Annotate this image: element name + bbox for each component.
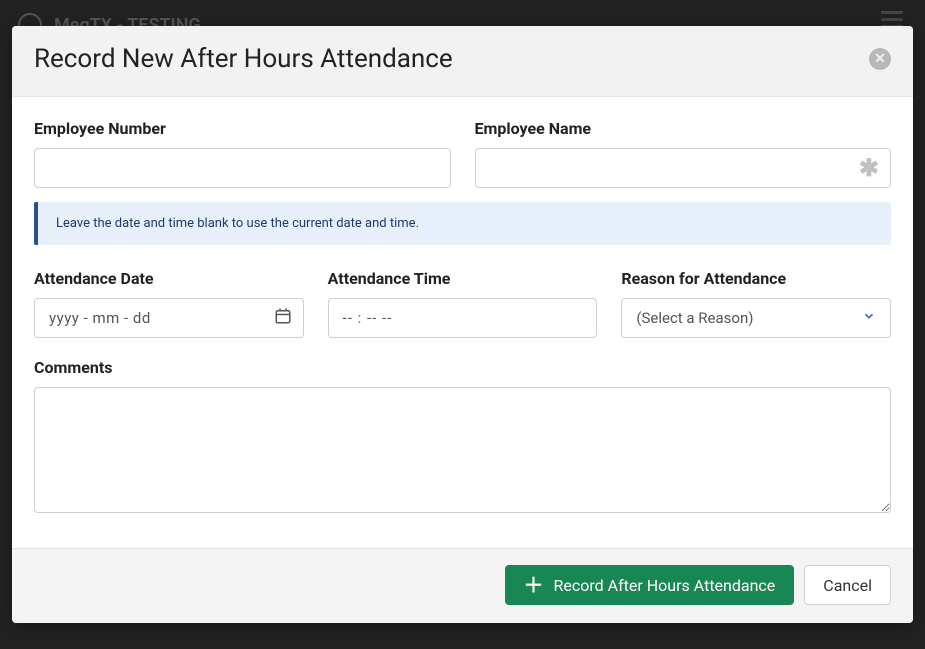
employee-name-label: Employee Name xyxy=(475,119,892,138)
comments-field: Comments xyxy=(34,358,891,517)
modal-footer: ＋ Record After Hours Attendance Cancel xyxy=(12,548,913,623)
employee-number-input[interactable] xyxy=(34,148,451,188)
attendance-time-input[interactable]: -- : -- -- xyxy=(328,298,598,338)
comments-label: Comments xyxy=(34,358,891,377)
cancel-button[interactable]: Cancel xyxy=(804,565,891,605)
employee-number-field: Employee Number xyxy=(34,119,451,188)
reason-placeholder: (Select a Reason) xyxy=(636,309,753,327)
record-attendance-modal: Record New After Hours Attendance ✕ Empl… xyxy=(12,26,913,623)
attendance-date-label: Attendance Date xyxy=(34,269,304,288)
close-icon: ✕ xyxy=(874,52,886,66)
reason-label: Reason for Attendance xyxy=(621,269,891,288)
calendar-icon xyxy=(274,307,292,329)
comments-textarea[interactable] xyxy=(34,387,891,513)
cancel-button-label: Cancel xyxy=(823,576,872,595)
plus-icon: ＋ xyxy=(524,575,544,595)
date-placeholder: yyyy - mm - dd xyxy=(49,309,151,327)
chevron-down-icon xyxy=(862,309,876,327)
employee-name-input[interactable] xyxy=(475,148,892,188)
employee-number-label: Employee Number xyxy=(34,119,451,138)
record-attendance-button[interactable]: ＋ Record After Hours Attendance xyxy=(505,565,795,605)
attendance-date-input[interactable]: yyyy - mm - dd xyxy=(34,298,304,338)
modal-title: Record New After Hours Attendance xyxy=(34,44,453,74)
close-button[interactable]: ✕ xyxy=(869,48,891,70)
reason-select[interactable]: (Select a Reason) xyxy=(621,298,891,338)
hamburger-menu-icon xyxy=(881,18,903,21)
employee-row: Employee Number Employee Name ✱ xyxy=(34,119,891,188)
datetime-reason-row: Attendance Date yyyy - mm - dd xyxy=(34,269,891,338)
reason-field: Reason for Attendance (Select a Reason) xyxy=(621,269,891,338)
time-placeholder: -- : -- -- xyxy=(343,309,393,327)
attendance-date-field: Attendance Date yyyy - mm - dd xyxy=(34,269,304,338)
employee-name-field: Employee Name ✱ xyxy=(475,119,892,188)
modal-header: Record New After Hours Attendance ✕ xyxy=(12,26,913,97)
attendance-time-field: Attendance Time -- : -- -- xyxy=(328,269,598,338)
attendance-time-label: Attendance Time xyxy=(328,269,598,288)
datetime-info-banner: Leave the date and time blank to use the… xyxy=(34,202,891,245)
record-button-label: Record After Hours Attendance xyxy=(554,576,776,595)
modal-body: Employee Number Employee Name ✱ Leave th… xyxy=(12,97,913,548)
